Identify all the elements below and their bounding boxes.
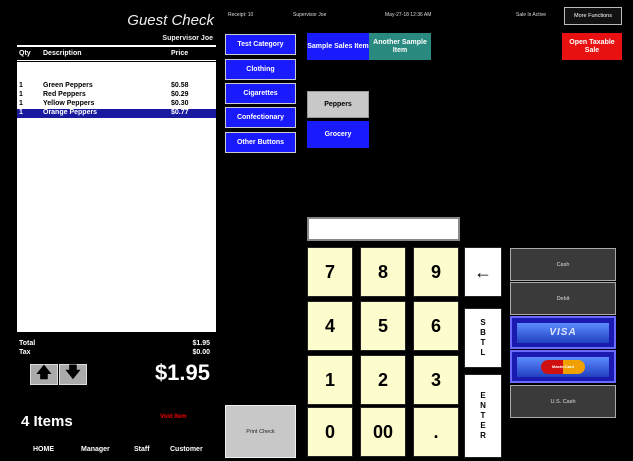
item-qty: 1 — [19, 91, 23, 98]
void-item-button[interactable]: Void Item — [160, 414, 187, 420]
open-taxable-sale-button[interactable]: Open Taxable Sale — [562, 33, 622, 60]
total-label: Total — [19, 340, 36, 347]
key-00[interactable]: 00 — [360, 407, 406, 457]
description-column-header: Description — [43, 50, 82, 57]
arrow-left-icon: ← — [474, 261, 492, 282]
order-item-row-selected[interactable]: 1 Orange Peppers $0.77 — [17, 109, 216, 118]
order-item-row[interactable]: 1 Green Peppers $0.58 — [17, 82, 216, 91]
date-time: May-27-18 12:36 AM — [385, 12, 432, 18]
receipt-number: Receipt: 10 — [228, 12, 254, 18]
nav-home[interactable]: HOME — [33, 446, 54, 453]
us-cash-button[interactable]: U.S. Cash — [510, 385, 616, 418]
nav-staff[interactable]: Staff — [134, 446, 150, 453]
grand-total: $1.95 — [154, 360, 210, 385]
item-qty: 1 — [19, 100, 23, 107]
header-divider — [17, 60, 216, 61]
mastercard-logo: MasterCard — [541, 359, 585, 374]
order-item-row[interactable]: 1 Yellow Peppers $0.30 — [17, 100, 216, 109]
nav-customer[interactable]: Customer — [170, 446, 203, 453]
visa-logo: VISA — [517, 322, 609, 343]
key-5[interactable]: 5 — [360, 301, 406, 351]
category-test-category[interactable]: Test Category — [225, 34, 296, 55]
item-count: 4 Items — [21, 413, 73, 430]
print-check-button[interactable]: Print Check — [225, 405, 296, 458]
amount-entry-field[interactable] — [307, 217, 460, 241]
cash-button[interactable]: Cash — [510, 248, 616, 281]
subtotal-label: SBTL — [480, 318, 486, 357]
guest-check-panel: Guest Check Supervisor Joe Qty Descripti… — [17, 10, 216, 385]
sale-status: Sale Is Active — [516, 12, 547, 18]
category-confectionary[interactable]: Confectionary — [225, 107, 296, 128]
item-description: Yellow Peppers — [43, 100, 95, 107]
category-clothing[interactable]: Clothing — [225, 59, 296, 80]
category-other-buttons[interactable]: Other Buttons — [225, 132, 296, 153]
item-qty: 1 — [19, 109, 23, 116]
sample-sales-item-button[interactable]: Sample Sales Item — [307, 33, 369, 60]
key-4[interactable]: 4 — [307, 301, 353, 351]
item-description: Green Peppers — [43, 82, 93, 89]
tax-value: $0.00 — [192, 349, 210, 356]
item-price: $0.58 — [171, 82, 189, 89]
item-qty: 1 — [19, 82, 23, 89]
item-price: $0.77 — [171, 109, 189, 116]
arrow-up-icon: 🡅 — [36, 364, 52, 381]
key-8[interactable]: 8 — [360, 247, 406, 297]
peppers-button[interactable]: Peppers — [307, 91, 369, 118]
header-divider — [17, 45, 216, 47]
scroll-up-button[interactable]: 🡅 — [30, 364, 58, 385]
more-functions-button[interactable]: More Functions — [564, 7, 622, 25]
qty-column-header: Qty — [19, 50, 31, 57]
nav-manager[interactable]: Manager — [81, 446, 110, 453]
category-cigarettes[interactable]: Cigarettes — [225, 83, 296, 104]
grocery-button[interactable]: Grocery — [307, 121, 369, 148]
key-6[interactable]: 6 — [413, 301, 459, 351]
key-0[interactable]: 0 — [307, 407, 353, 457]
key-7[interactable]: 7 — [307, 247, 353, 297]
key-2[interactable]: 2 — [360, 355, 406, 405]
order-item-row[interactable]: 1 Red Peppers $0.29 — [17, 91, 216, 100]
server-name: Supervisor Joe — [162, 35, 213, 42]
mastercard-button[interactable]: MasterCard — [510, 350, 616, 383]
guest-check-title: Guest Check — [127, 12, 214, 29]
backspace-button[interactable]: ← — [464, 247, 502, 297]
totals-section: Total $1.95 Tax $0.00 🡅 🡇 $1.95 — [17, 332, 216, 385]
item-price: $0.30 — [171, 100, 189, 107]
subtotal-button[interactable]: SBTL — [464, 308, 502, 368]
scroll-down-button[interactable]: 🡇 — [59, 364, 87, 385]
visa-button[interactable]: VISA — [510, 316, 616, 349]
enter-label: ENTER — [480, 391, 486, 440]
tax-label: Tax — [19, 349, 31, 356]
key-3[interactable]: 3 — [413, 355, 459, 405]
item-description: Red Peppers — [43, 91, 86, 98]
another-sample-item-button[interactable]: Another Sample Item — [369, 33, 431, 60]
price-column-header: Price — [171, 50, 189, 57]
key-1[interactable]: 1 — [307, 355, 353, 405]
status-bar: Receipt: 10 Supervisor Joe May-27-18 12:… — [221, 6, 627, 26]
order-items-list[interactable]: 1 Green Peppers $0.58 1 Red Peppers $0.2… — [17, 62, 216, 332]
item-price: $0.29 — [171, 91, 189, 98]
total-value: $1.95 — [192, 340, 210, 347]
debit-button[interactable]: Debit — [510, 282, 616, 315]
arrow-down-icon: 🡇 — [65, 364, 81, 381]
item-description: Orange Peppers — [43, 109, 98, 116]
key-decimal[interactable]: . — [413, 407, 459, 457]
key-9[interactable]: 9 — [413, 247, 459, 297]
supervisor-name: Supervisor Joe — [293, 12, 327, 18]
mastercard-logo-panel: MasterCard — [517, 356, 609, 377]
enter-button[interactable]: ENTER — [464, 374, 502, 458]
